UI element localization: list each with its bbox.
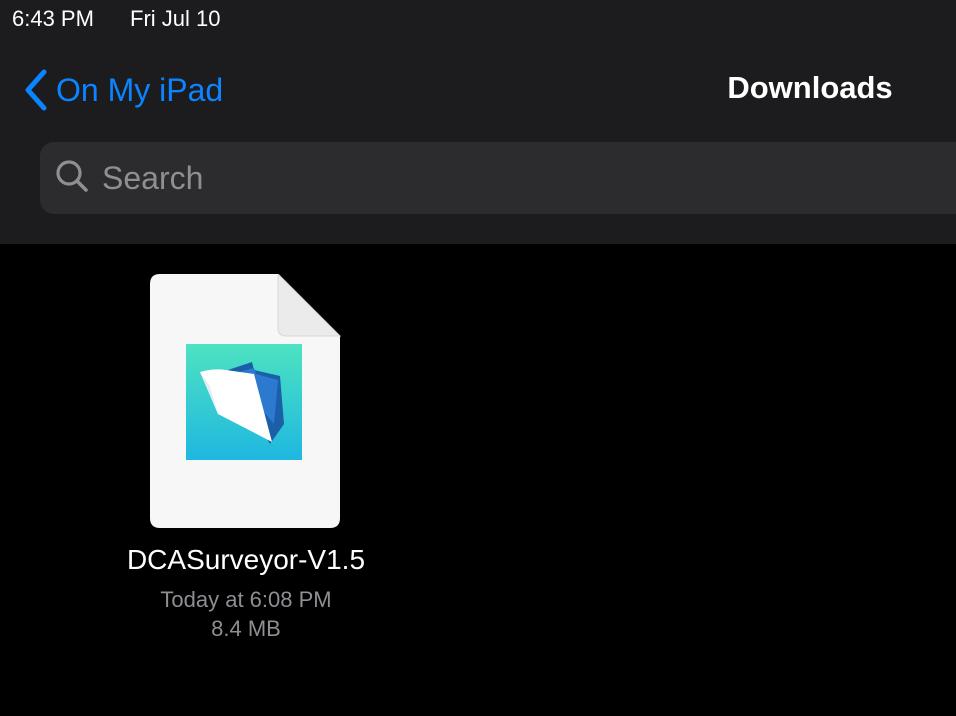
file-item[interactable]: DCASurveyor-V1.5 Today at 6:08 PM 8.4 MB (100, 272, 392, 652)
status-time: 6:43 PM (12, 6, 94, 31)
search-input[interactable] (100, 158, 804, 198)
search-icon (54, 158, 90, 199)
document-icon (150, 272, 342, 533)
back-button[interactable]: On My iPad (20, 66, 223, 114)
file-size: 8.4 MB (211, 616, 281, 641)
search-field[interactable] (40, 142, 956, 214)
file-modified-date: Today at 6:08 PM (160, 587, 332, 612)
file-name: DCASurveyor-V1.5 (126, 544, 366, 575)
back-button-label: On My iPad (56, 71, 224, 108)
status-date: Fri Jul 10 (130, 6, 221, 31)
chevron-left-icon (20, 68, 50, 112)
page-title: Downloads (727, 70, 893, 105)
navigation-header: 6:43 PM Fri Jul 10 On My iPad Downloads (0, 0, 956, 244)
filemaker-folder-icon (186, 344, 302, 460)
